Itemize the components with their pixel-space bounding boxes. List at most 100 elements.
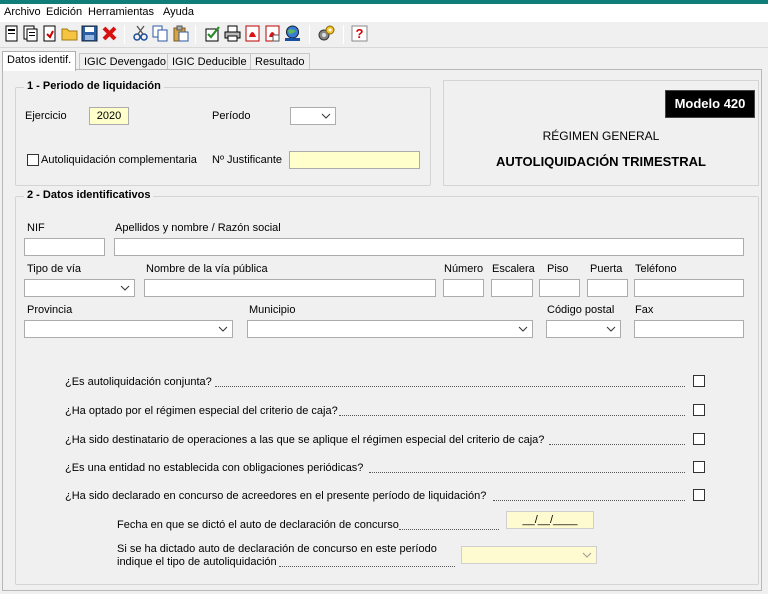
- question-concurso-label: ¿Ha sido declarado en concurso de acreed…: [65, 490, 487, 502]
- escalera-input[interactable]: [491, 279, 533, 297]
- tipo-via-label: Tipo de vía: [27, 263, 82, 275]
- section-2-title: 2 - Datos identificativos: [24, 189, 154, 201]
- toolbar-separator: [195, 25, 196, 44]
- copy-icon[interactable]: [152, 25, 169, 42]
- leader-dots: [279, 566, 455, 567]
- codigo-postal-select[interactable]: [546, 320, 621, 338]
- menu-edicion[interactable]: Edición: [46, 6, 82, 18]
- codigo-postal-label: Código postal: [547, 304, 615, 316]
- question-destinatario-checkbox[interactable]: [693, 433, 705, 445]
- leader-dots: [215, 386, 685, 387]
- provincia-select[interactable]: [24, 320, 233, 338]
- paste-icon[interactable]: [172, 25, 189, 42]
- menu-bar: Archivo Edición Herramientas Ayuda: [0, 4, 768, 22]
- web-icon[interactable]: [284, 25, 301, 42]
- question-criterio-caja-label: ¿Ha optado por el régimen especial del c…: [65, 405, 338, 417]
- periodo-select[interactable]: [290, 107, 336, 125]
- tab-bar: Datos identif. IGIC Devengado IGIC Deduc…: [0, 51, 768, 71]
- toolbar-separator: [124, 25, 125, 44]
- justificante-input[interactable]: [289, 151, 420, 169]
- tipo-autoliquidacion-select[interactable]: [461, 546, 597, 564]
- municipio-label: Municipio: [249, 304, 296, 316]
- settings-icon[interactable]: [318, 25, 335, 42]
- pdf-preview-icon[interactable]: [264, 25, 281, 42]
- puerta-input[interactable]: [587, 279, 628, 297]
- leader-dots: [549, 444, 685, 445]
- cut-icon[interactable]: [132, 25, 149, 42]
- open-icon[interactable]: [22, 25, 39, 42]
- periodo-label: Período: [212, 110, 251, 122]
- piso-label: Piso: [547, 263, 569, 275]
- new-icon[interactable]: [3, 25, 20, 42]
- question-concurso-checkbox[interactable]: [693, 489, 705, 501]
- menu-archivo[interactable]: Archivo: [4, 6, 41, 18]
- validate-icon[interactable]: [204, 25, 221, 42]
- tab-panel-datos-identif: 1 - Periodo de liquidación Ejercicio 202…: [2, 69, 762, 591]
- tab-resultado[interactable]: Resultado: [250, 53, 310, 70]
- print-icon[interactable]: [224, 25, 241, 42]
- folder-icon[interactable]: [61, 25, 78, 42]
- nombre-input[interactable]: [114, 238, 744, 256]
- piso-input[interactable]: [539, 279, 580, 297]
- fecha-concurso-label: Fecha en que se dictó el auto de declara…: [117, 519, 399, 531]
- svg-text:?: ?: [356, 26, 364, 41]
- menu-ayuda[interactable]: Ayuda: [163, 6, 194, 18]
- leader-dots: [493, 500, 685, 501]
- puerta-label: Puerta: [590, 263, 623, 275]
- periodo-liquidacion-group: 1 - Periodo de liquidación: [15, 80, 431, 186]
- question-criterio-caja-checkbox[interactable]: [693, 404, 705, 416]
- nombre-label: Apellidos y nombre / Razón social: [115, 222, 281, 234]
- tipo-via-select[interactable]: [24, 279, 135, 297]
- chevron-down-icon: [606, 326, 616, 332]
- tipo-autoliquidacion-label-line1: Si se ha dictado auto de declaración de …: [117, 543, 437, 555]
- telefono-label: Teléfono: [635, 263, 677, 275]
- provincia-label: Provincia: [27, 304, 73, 316]
- modelo-badge: Modelo 420: [665, 90, 755, 118]
- nombre-via-input[interactable]: [144, 279, 436, 297]
- import-icon[interactable]: [41, 25, 58, 42]
- tab-igic-devengado[interactable]: IGIC Devengado: [79, 53, 171, 70]
- delete-icon[interactable]: [101, 25, 118, 42]
- question-conjunta-checkbox[interactable]: [693, 375, 705, 387]
- municipio-select[interactable]: [247, 320, 533, 338]
- justificante-label: Nº Justificante: [212, 154, 283, 166]
- ejercicio-input[interactable]: 2020: [89, 107, 129, 125]
- nif-input[interactable]: [24, 238, 105, 256]
- leader-dots: [339, 415, 685, 416]
- complementaria-checkbox[interactable]: [27, 154, 39, 166]
- fax-input[interactable]: [634, 320, 744, 338]
- nif-label: NIF: [27, 222, 45, 234]
- chevron-down-icon: [120, 285, 130, 291]
- question-destinatario-label: ¿Ha sido destinatario de operaciones a l…: [65, 434, 545, 446]
- fax-label: Fax: [635, 304, 654, 316]
- toolbar: ?: [0, 22, 768, 48]
- autoliquidacion-title: AUTOLIQUIDACIÓN TRIMESTRAL: [496, 154, 706, 169]
- help-icon[interactable]: ?: [351, 25, 368, 42]
- chevron-down-icon: [518, 326, 528, 332]
- telefono-input[interactable]: [634, 279, 744, 297]
- modelo-info-box: Modelo 420 RÉGIMEN GENERAL AUTOLIQUIDACI…: [443, 80, 759, 186]
- numero-label: Número: [444, 263, 484, 275]
- question-no-establecida-label: ¿Es una entidad no establecida con oblig…: [65, 462, 364, 474]
- toolbar-separator: [309, 25, 310, 44]
- leader-dots: [369, 472, 685, 473]
- tab-datos-identif[interactable]: Datos identif.: [2, 51, 77, 71]
- save-icon[interactable]: [81, 25, 98, 42]
- pdf-icon[interactable]: [244, 25, 261, 42]
- fecha-concurso-input[interactable]: __/__/____: [506, 511, 594, 529]
- tab-igic-deducible[interactable]: IGIC Deducible: [167, 53, 252, 70]
- question-conjunta-label: ¿Es autoliquidación conjunta?: [65, 376, 212, 388]
- tipo-autoliquidacion-label-line2: indique el tipo de autoliquidación: [117, 556, 277, 568]
- chevron-down-icon: [218, 326, 228, 332]
- toolbar-separator: [343, 25, 344, 44]
- ejercicio-label: Ejercicio: [25, 110, 67, 122]
- chevron-down-icon: [582, 552, 592, 558]
- escalera-label: Escalera: [492, 263, 535, 275]
- numero-input[interactable]: [443, 279, 484, 297]
- menu-herramientas[interactable]: Herramientas: [88, 6, 154, 18]
- complementaria-label: Autoliquidación complementaria: [41, 154, 197, 166]
- question-no-establecida-checkbox[interactable]: [693, 461, 705, 473]
- leader-dots: [399, 529, 499, 530]
- regimen-label: RÉGIMEN GENERAL: [542, 129, 660, 143]
- chevron-down-icon: [321, 113, 331, 119]
